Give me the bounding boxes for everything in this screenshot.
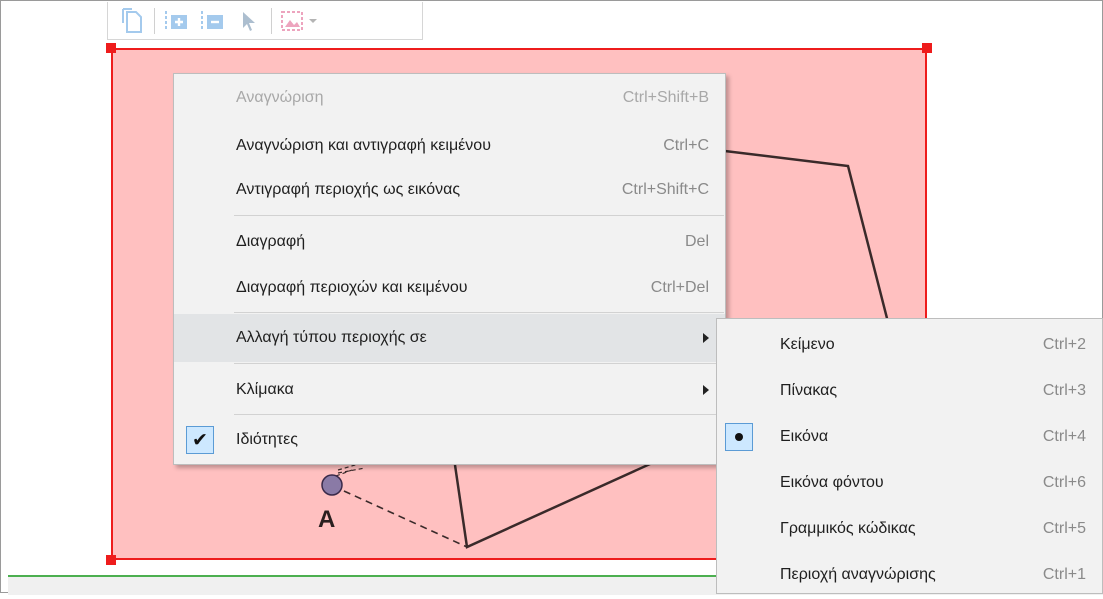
submenu-arrow-icon	[703, 385, 709, 395]
menu-item-label: Αναγνώριση	[236, 89, 324, 106]
context-menu: Αναγνώριση Ctrl+Shift+B Αναγνώριση και α…	[173, 73, 726, 465]
radio-selected-icon	[725, 423, 753, 451]
submenu-item-shortcut: Ctrl+5	[1042, 520, 1086, 537]
submenu-item-table[interactable]: Πίνακας Ctrl+3	[717, 367, 1102, 415]
menu-item-label: Διαγραφή	[236, 233, 306, 250]
checkmark-icon: ✔	[186, 426, 214, 454]
menu-item-delete-regions-text[interactable]: Διαγραφή περιοχών και κειμένου Ctrl+Del	[174, 264, 725, 312]
submenu-item-label: Κείμενο	[780, 336, 835, 353]
menu-separator	[234, 414, 724, 415]
submenu-item-recognition-area[interactable]: Περιοχή αναγνώρισης Ctrl+1	[717, 551, 1102, 599]
submenu-item-shortcut: Ctrl+2	[1042, 336, 1086, 353]
submenu-item-label: Εικόνα φόντου	[780, 474, 884, 491]
menu-item-recognize[interactable]: Αναγνώριση Ctrl+Shift+B	[174, 74, 725, 122]
submenu-item-shortcut: Ctrl+6	[1042, 474, 1086, 491]
point-label: A	[318, 506, 336, 533]
submenu-item-shortcut: Ctrl+3	[1042, 382, 1086, 399]
menu-item-scale[interactable]: Κλίμακα	[174, 366, 725, 414]
menu-item-label: Διαγραφή περιοχών και κειμένου	[236, 279, 468, 296]
menu-item-shortcut: Ctrl+Shift+B	[622, 89, 709, 106]
menu-item-delete[interactable]: Διαγραφή Del	[174, 218, 725, 266]
submenu-item-picture[interactable]: Εικόνα Ctrl+4	[717, 413, 1102, 461]
menu-item-label: Αλλαγή τύπου περιοχής σε	[236, 329, 427, 346]
submenu-item-background-picture[interactable]: Εικόνα φόντου Ctrl+6	[717, 459, 1102, 507]
submenu-item-text[interactable]: Κείμενο Ctrl+2	[717, 321, 1102, 369]
menu-item-shortcut: Del	[684, 233, 709, 250]
menu-item-copy-as-image[interactable]: Αντιγραφή περιοχής ως εικόνας Ctrl+Shift…	[174, 166, 725, 214]
menu-item-label: Αναγνώριση και αντιγραφή κειμένου	[236, 137, 491, 154]
menu-item-shortcut: Ctrl+C	[663, 137, 709, 154]
submenu-item-shortcut: Ctrl+4	[1042, 428, 1086, 445]
menu-separator	[234, 363, 724, 364]
menu-item-label: Αντιγραφή περιοχής ως εικόνας	[236, 181, 461, 198]
submenu-item-barcode[interactable]: Γραμμικός κώδικας Ctrl+5	[717, 505, 1102, 553]
menu-item-properties[interactable]: ✔ Ιδιότητες	[174, 416, 725, 464]
submenu-item-label: Πίνακας	[780, 382, 838, 399]
menu-item-label: Ιδιότητες	[236, 431, 298, 448]
menu-item-shortcut: Ctrl+Shift+C	[621, 181, 709, 198]
menu-item-label: Κλίμακα	[236, 381, 294, 398]
region-type-submenu: Κείμενο Ctrl+2 Πίνακας Ctrl+3 Εικόνα Ctr…	[716, 318, 1103, 594]
submenu-item-label: Εικόνα	[780, 428, 829, 445]
menu-separator	[234, 215, 724, 216]
submenu-item-label: Γραμμικός κώδικας	[780, 520, 916, 537]
menu-item-shortcut: Ctrl+Del	[650, 279, 709, 296]
submenu-item-label: Περιοχή αναγνώρισης	[780, 566, 936, 583]
menu-item-recognize-copy-text[interactable]: Αναγνώριση και αντιγραφή κειμένου Ctrl+C	[174, 122, 725, 170]
menu-item-change-region-type[interactable]: Αλλαγή τύπου περιοχής σε	[174, 314, 725, 362]
submenu-item-shortcut: Ctrl+1	[1042, 566, 1086, 583]
submenu-arrow-icon	[703, 333, 709, 343]
menu-separator	[234, 312, 724, 313]
